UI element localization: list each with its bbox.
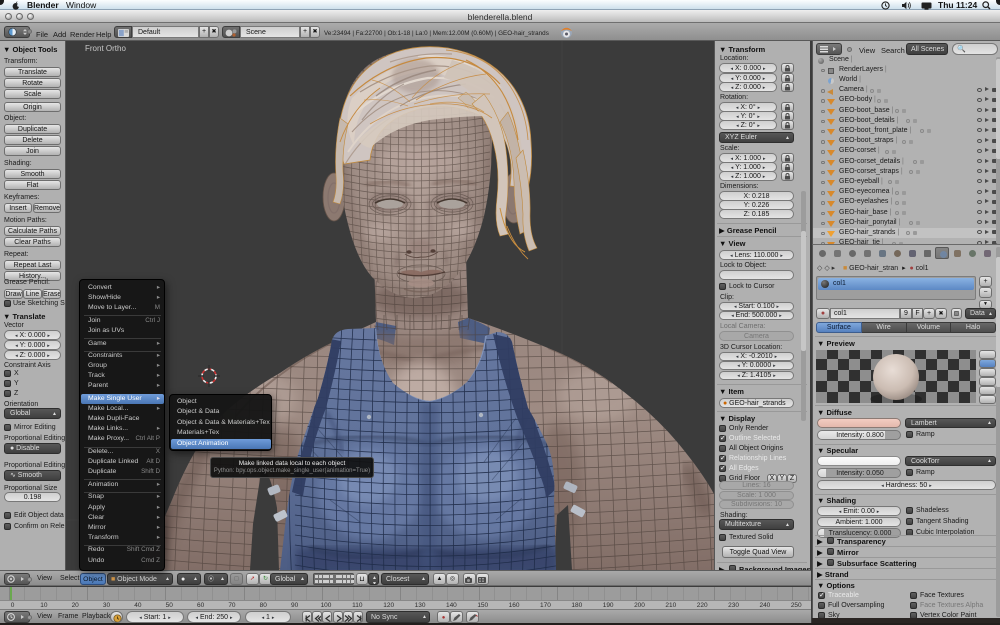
svg-text:Front Ortho: Front Ortho [85,44,126,53]
